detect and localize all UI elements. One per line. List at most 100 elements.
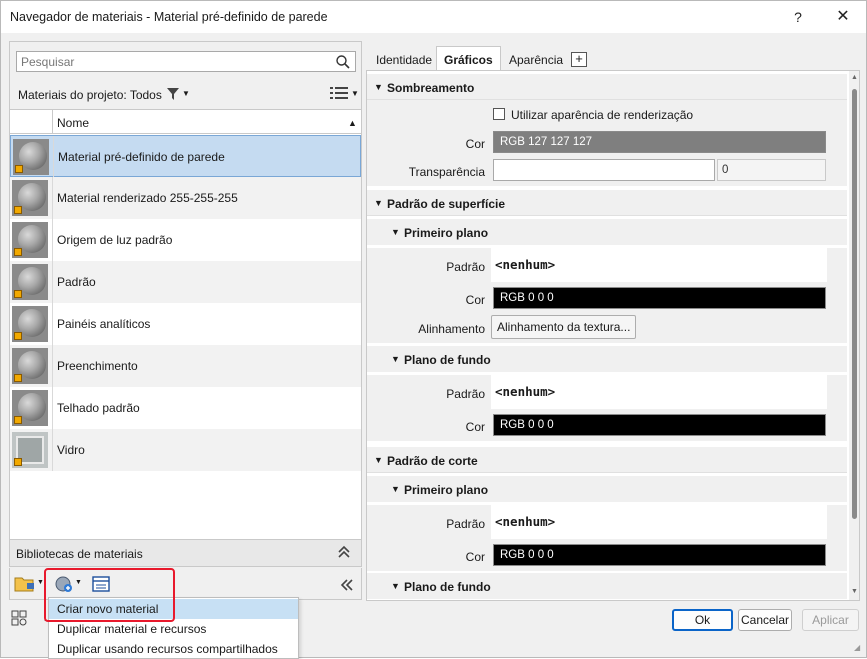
material-row[interactable]: Vidro (10, 429, 361, 471)
material-row[interactable]: Origem de luz padrão (10, 219, 361, 261)
vertical-scrollbar[interactable]: ▲ ▼ (849, 71, 859, 600)
section-title: Sombreamento (387, 81, 475, 95)
material-thumbnail (12, 432, 48, 468)
column-separator (52, 219, 53, 261)
material-row[interactable]: Material renderizado 255-255-255 (10, 177, 361, 219)
material-row[interactable]: Painéis analíticos (10, 303, 361, 345)
menu-item-duplicate-material-assets[interactable]: Duplicar material e recursos (49, 619, 298, 639)
ok-button[interactable]: Ok (672, 609, 733, 631)
cut-foreground-color-swatch[interactable]: RGB 0 0 0 (493, 544, 826, 566)
column-header-name[interactable]: Nome (57, 116, 89, 130)
filter-dropdown-caret-icon[interactable]: ▼ (182, 89, 190, 98)
apply-button[interactable]: Aplicar (802, 609, 859, 631)
section-title: Padrão de corte (387, 454, 478, 468)
pattern-label: Padrão (446, 517, 485, 531)
material-rows: Material pré-definido de parede Material … (10, 135, 361, 471)
material-libraries-bar[interactable]: Bibliotecas de materiais (10, 539, 361, 566)
scroll-thumb[interactable] (852, 89, 857, 519)
column-separator (53, 136, 54, 178)
edit-badge-icon (14, 206, 22, 214)
collapse-panel-icon[interactable] (340, 576, 354, 594)
resize-grip-icon[interactable]: ◢ (854, 643, 860, 652)
highlight-annotation (44, 568, 175, 622)
surface-background-color-swatch[interactable]: RGB 0 0 0 (493, 414, 826, 436)
material-row[interactable]: Material pré-definido de parede (10, 135, 361, 178)
tab-graphics[interactable]: Gráficos (436, 46, 501, 71)
library-dropdown-caret-icon[interactable]: ▼ (37, 579, 44, 597)
material-thumbnail (12, 222, 48, 258)
material-name: Telhado padrão (57, 401, 140, 415)
close-button[interactable]: ✕ (820, 1, 866, 33)
help-button[interactable]: ? (775, 1, 821, 33)
settings-icon[interactable] (11, 610, 27, 626)
collapse-triangle-icon[interactable]: ▼ (374, 82, 383, 92)
project-materials-filter: Materiais do projeto: Todos ▼ ▼ (10, 80, 361, 108)
surface-background-color-row: Cor RGB 0 0 0 (367, 411, 847, 441)
material-row[interactable]: Preenchimento (10, 345, 361, 387)
section-surface-pattern[interactable]: ▼ Padrão de superfície (367, 190, 847, 216)
filter-icon[interactable] (167, 87, 179, 101)
use-render-appearance-checkbox[interactable] (493, 108, 505, 120)
search-icon[interactable] (335, 54, 351, 70)
material-sphere-icon (18, 267, 46, 295)
section-shading[interactable]: ▼ Sombreamento (367, 74, 847, 100)
tab-identity[interactable]: Identidade (368, 49, 440, 70)
pattern-label: Padrão (446, 387, 485, 401)
collapse-triangle-icon[interactable]: ▼ (374, 198, 383, 208)
expand-libraries-icon[interactable] (337, 545, 351, 559)
surface-background-pattern-field[interactable]: <nenhum> (491, 375, 827, 409)
subsection-surface-background[interactable]: ▼ Plano de fundo (367, 346, 847, 372)
tab-appearance[interactable]: Aparência (501, 49, 571, 70)
transparency-slider[interactable] (493, 159, 715, 181)
shading-color-label: Cor (465, 137, 485, 151)
list-view-icon[interactable] (330, 86, 348, 100)
surface-foreground-color-swatch[interactable]: RGB 0 0 0 (493, 287, 826, 309)
scroll-down-icon[interactable]: ▼ (851, 588, 858, 595)
cut-foreground-color-row: Cor RGB 0 0 0 (367, 541, 847, 571)
collapse-triangle-icon[interactable]: ▼ (391, 581, 400, 591)
cut-foreground-pattern-row: Padrão <nenhum> (367, 505, 847, 541)
alignment-row: Alinhamento Alinhamento da textura... (367, 313, 847, 343)
subsection-cut-background[interactable]: ▼ Plano de fundo (367, 573, 847, 599)
collapse-triangle-icon[interactable]: ▼ (374, 455, 383, 465)
shading-color-swatch[interactable]: RGB 127 127 127 (493, 131, 826, 153)
collapse-triangle-icon[interactable]: ▼ (391, 354, 400, 364)
material-sphere-icon (18, 225, 46, 253)
section-cut-pattern[interactable]: ▼ Padrão de corte (367, 447, 847, 473)
subsection-cut-foreground[interactable]: ▼ Primeiro plano (367, 476, 847, 502)
color-label: Cor (465, 293, 485, 307)
cut-foreground-pattern-field[interactable]: <nenhum> (491, 505, 827, 539)
material-sphere-icon (19, 142, 47, 170)
add-asset-button[interactable]: + (571, 52, 587, 67)
edit-badge-icon (15, 165, 23, 173)
subsection-surface-foreground[interactable]: ▼ Primeiro plano (367, 219, 847, 245)
title-bar: Navegador de materiais - Material pré-de… (1, 1, 866, 33)
surface-foreground-pattern-field[interactable]: <nenhum> (491, 248, 827, 282)
filter-label: Materiais do projeto: Todos (18, 88, 162, 102)
texture-alignment-button[interactable]: Alinhamento da textura... (491, 315, 637, 339)
view-dropdown-caret-icon[interactable]: ▼ (351, 89, 359, 98)
material-row[interactable]: Padrão (10, 261, 361, 303)
section-title: Padrão de superfície (387, 197, 506, 211)
search-input[interactable]: Pesquisar (16, 51, 356, 72)
transparency-label: Transparência (408, 165, 485, 179)
scroll-up-icon[interactable]: ▲ (851, 74, 858, 81)
material-thumbnail (12, 390, 48, 426)
transparency-value[interactable]: 0 (717, 159, 826, 181)
material-name: Preenchimento (57, 359, 138, 373)
subsection-title: Primeiro plano (404, 226, 489, 240)
menu-item-duplicate-shared-assets[interactable]: Duplicar usando recursos compartilhados (49, 639, 298, 659)
collapse-triangle-icon[interactable]: ▼ (391, 227, 400, 237)
material-properties-panel: Identidade Gráficos Aparência + ▼ Sombre… (366, 45, 860, 601)
material-thumbnail (12, 264, 48, 300)
collapse-triangle-icon[interactable]: ▼ (391, 484, 400, 494)
cancel-button[interactable]: Cancelar (738, 609, 792, 631)
material-thumbnail (12, 180, 48, 216)
subsection-title: Primeiro plano (404, 483, 489, 497)
material-sphere-icon (18, 393, 46, 421)
list-header: Nome ▲ (10, 110, 361, 134)
material-row[interactable]: Telhado padrão (10, 387, 361, 429)
library-folder-icon[interactable] (14, 575, 36, 593)
sort-ascending-icon[interactable]: ▲ (348, 118, 357, 128)
material-browser-window: Navegador de materiais - Material pré-de… (0, 0, 867, 659)
